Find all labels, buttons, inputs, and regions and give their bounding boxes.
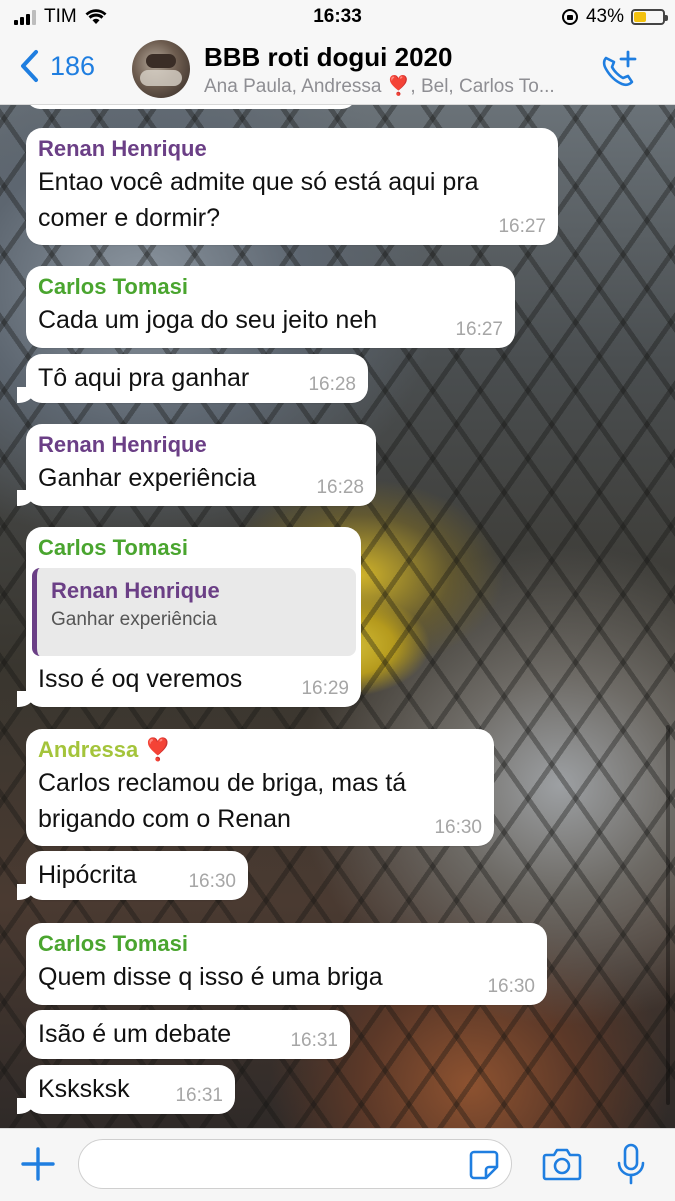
message-sender: Renan Henrique xyxy=(38,136,207,161)
back-button[interactable]: 186 xyxy=(18,48,95,84)
quoted-sender: Renan Henrique xyxy=(51,578,220,603)
mic-icon[interactable] xyxy=(616,1143,646,1185)
message-bubble[interactable]: Carlos Tomasi Cada um joga do seu jeito … xyxy=(26,266,515,348)
status-bar: TIM 16:33 43% xyxy=(0,0,675,34)
message-sender: Andressa ❣️ xyxy=(38,735,482,765)
message-time: 16:27 xyxy=(455,319,503,340)
plus-icon[interactable] xyxy=(20,1146,56,1182)
unread-count: 186 xyxy=(50,50,96,81)
battery-percent: 43% xyxy=(585,6,624,27)
message-time: 16:31 xyxy=(175,1085,223,1106)
message-time: 16:28 xyxy=(316,477,364,498)
group-title[interactable]: BBB roti dogui 2020 xyxy=(204,42,452,73)
message-time: 16:30 xyxy=(487,976,535,997)
group-members[interactable]: Ana Paula, Andressa ❣️, Bel, Carlos To..… xyxy=(204,74,584,98)
message-text: Carlos reclamou de briga, mas tá xyxy=(38,769,407,797)
sticker-icon[interactable] xyxy=(468,1149,500,1181)
input-bar xyxy=(0,1128,675,1201)
message-input[interactable] xyxy=(78,1139,512,1189)
sender-name: Andressa xyxy=(38,737,139,762)
message-bubble[interactable]: Ksksksk 16:31 xyxy=(17,1065,235,1114)
quoted-message[interactable]: Renan Henrique Ganhar experiência xyxy=(32,568,356,656)
status-right: 43% xyxy=(561,6,668,28)
message-bubble[interactable]: Renan Henrique Entao você admite que só … xyxy=(26,128,558,245)
add-call-icon[interactable] xyxy=(598,50,640,90)
message-time: 16:29 xyxy=(301,678,349,699)
message-text: Entao você admite que só está aqui pra xyxy=(38,168,479,196)
message-bubble[interactable]: Carlos Tomasi Quem disse q isso é uma br… xyxy=(26,923,547,1005)
message-time: 16:30 xyxy=(188,871,236,892)
chat-header: 186 BBB roti dogui 2020 Ana Paula, Andre… xyxy=(0,34,675,105)
heart-emoji: ❣️ xyxy=(144,737,172,762)
chevron-left-icon xyxy=(21,50,38,82)
chat-area[interactable]: Renan Henrique Entao você admite que só … xyxy=(0,105,675,1128)
battery-icon xyxy=(631,9,668,25)
message-bubble[interactable]: Isão é um debate 16:31 xyxy=(26,1010,350,1059)
message-text: Ganhar experiência xyxy=(38,464,257,492)
message-text: Cada um joga do seu jeito neh xyxy=(38,306,378,334)
message-text: Quem disse q isso é uma briga xyxy=(38,963,383,991)
message-bubble[interactable]: Hipócrita 16:30 xyxy=(17,851,248,900)
message-time: 16:28 xyxy=(308,374,356,395)
message-bubble[interactable]: Renan Henrique Ganhar experiência 16:28 xyxy=(17,424,376,506)
message-sender: Carlos Tomasi xyxy=(38,274,188,299)
message-time: 16:27 xyxy=(498,216,546,237)
message-time: 16:31 xyxy=(290,1030,338,1051)
message-time: 16:30 xyxy=(434,817,482,838)
message-text: Isso é oq veremos xyxy=(38,665,243,693)
scrollbar[interactable] xyxy=(666,725,670,1105)
message-text: brigando com o Renan xyxy=(38,805,291,833)
group-avatar[interactable] xyxy=(132,40,190,98)
camera-icon[interactable] xyxy=(542,1147,582,1181)
message-sender: Carlos Tomasi xyxy=(38,931,188,956)
message-bubble[interactable]: Tô aqui pra ganhar 16:28 xyxy=(17,354,368,403)
message-sender: Carlos Tomasi xyxy=(38,535,188,560)
message-bubble-partial xyxy=(26,105,356,109)
quoted-text: Ganhar experiência xyxy=(51,609,217,630)
message-bubble[interactable]: Andressa ❣️ Carlos reclamou de briga, ma… xyxy=(26,729,494,846)
orientation-lock-icon xyxy=(561,9,578,25)
message-bubble[interactable]: Carlos Tomasi Renan Henrique Ganhar expe… xyxy=(17,527,361,707)
message-sender: Renan Henrique xyxy=(38,432,207,457)
message-text: comer e dormir? xyxy=(38,204,220,232)
